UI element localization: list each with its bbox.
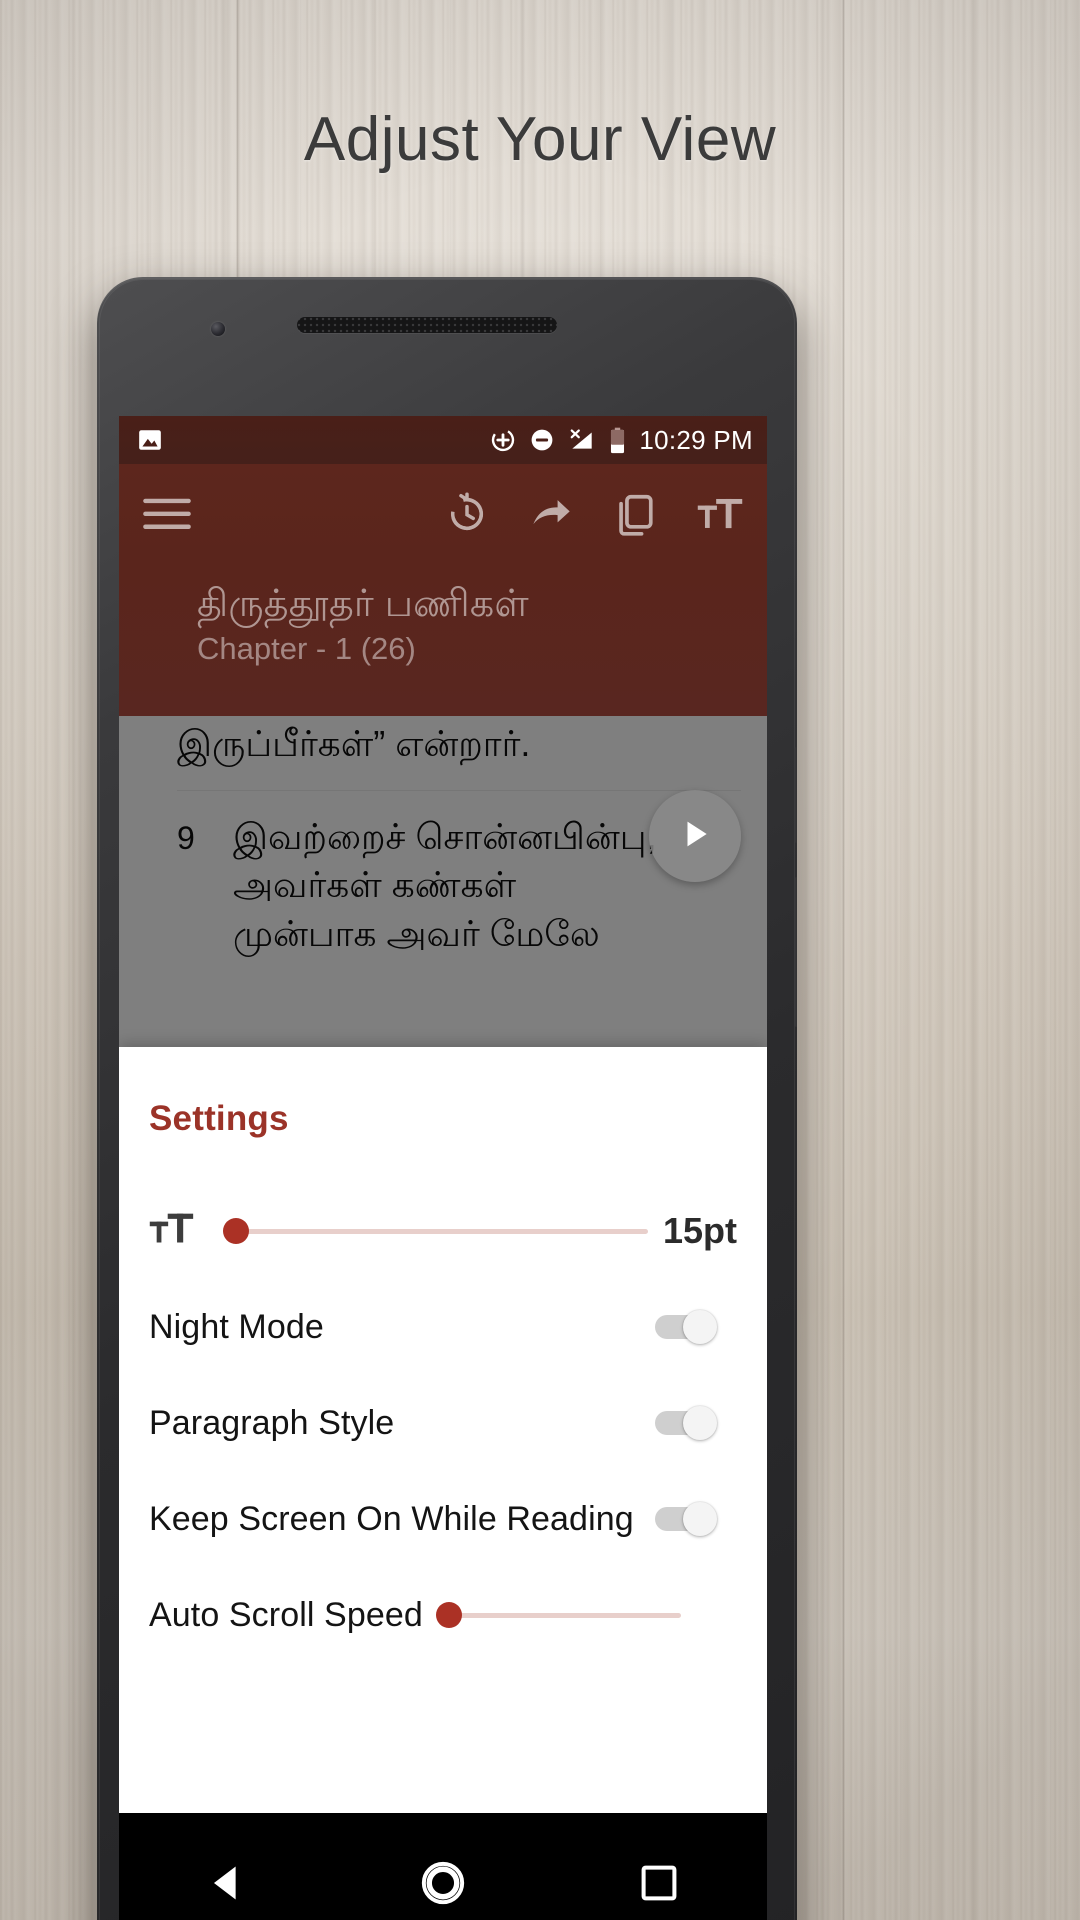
image-notification-icon	[137, 427, 163, 453]
keep-screen-on-row[interactable]: Keep Screen On While Reading	[149, 1471, 737, 1567]
night-mode-toggle[interactable]	[651, 1310, 717, 1344]
recents-square-icon	[638, 1862, 680, 1909]
text-size-icon[interactable]	[697, 494, 743, 534]
no-sim-signal-icon	[568, 427, 596, 453]
paragraph-style-row[interactable]: Paragraph Style	[149, 1375, 737, 1471]
toggle-knob	[683, 1502, 717, 1536]
sync-icon	[490, 427, 516, 453]
night-mode-row[interactable]: Night Mode	[149, 1279, 737, 1375]
status-bar-time: 10:29 PM	[639, 424, 753, 455]
verse-partial-line: இருப்பீர்கள்” என்றார்.	[177, 723, 531, 764]
front-camera	[211, 322, 225, 336]
paragraph-style-toggle[interactable]	[651, 1406, 717, 1440]
night-mode-label: Night Mode	[149, 1307, 324, 1346]
home-circle-icon	[418, 1858, 468, 1913]
wood-plank-seam	[842, 0, 845, 1920]
nav-back-button[interactable]	[167, 1813, 287, 1920]
settings-title: Settings	[149, 1099, 289, 1138]
auto-scroll-speed-label: Auto Scroll Speed	[149, 1595, 423, 1634]
page-title: Adjust Your View	[303, 105, 777, 174]
verse-number: 9	[177, 820, 195, 857]
phone-device-frame: 10:29 PM திருத்தூதர் பணிகள் Chapter - 1 …	[97, 277, 797, 1920]
chapter-header: திருத்தூதர் பணிகள் Chapter - 1 (26)	[119, 564, 767, 716]
app-toolbar	[119, 464, 767, 564]
slider-track	[223, 1228, 648, 1234]
do-not-disturb-icon	[529, 427, 555, 453]
toggle-knob	[683, 1310, 717, 1344]
power-button[interactable]	[794, 747, 797, 843]
back-triangle-icon	[204, 1860, 250, 1911]
phone-screen: 10:29 PM திருத்தூதர் பணிகள் Chapter - 1 …	[119, 416, 767, 1920]
paragraph-style-label: Paragraph Style	[149, 1403, 395, 1442]
hamburger-menu-icon[interactable]	[143, 497, 191, 531]
keep-screen-on-toggle[interactable]	[651, 1502, 717, 1536]
keep-screen-on-label: Keep Screen On While Reading	[149, 1499, 634, 1538]
slider-thumb[interactable]	[223, 1218, 249, 1244]
earpiece-speaker	[297, 317, 557, 333]
volume-button[interactable]	[794, 877, 797, 1027]
settings-bottom-sheet: Settings 15pt Night Mode Paragraph Style…	[119, 1047, 767, 1813]
slider-thumb[interactable]	[436, 1602, 462, 1628]
auto-scroll-speed-row[interactable]: Auto Scroll Speed	[149, 1567, 737, 1663]
nav-home-button[interactable]	[383, 1813, 503, 1920]
font-size-row: 15pt	[149, 1183, 737, 1279]
play-icon	[675, 814, 715, 859]
battery-icon	[609, 427, 626, 454]
font-size-value: 15pt	[662, 1210, 737, 1251]
page-root: Adjust Your View 10:29 PM திருத்தூதர் பண…	[0, 0, 1080, 1920]
android-navigation-bar	[119, 1813, 767, 1920]
toggle-knob	[683, 1406, 717, 1440]
verse-line: முன்பாக அவர் மேலே	[233, 912, 600, 954]
copy-icon[interactable]	[613, 492, 657, 536]
play-audio-button[interactable]	[649, 790, 741, 882]
font-size-slider[interactable]	[223, 1217, 648, 1245]
text-size-icon	[149, 1210, 195, 1253]
share-icon[interactable]	[529, 492, 573, 536]
nav-recents-button[interactable]	[599, 1813, 719, 1920]
status-bar: 10:29 PM	[119, 416, 767, 464]
book-title: திருத்தூதர் பணிகள்	[197, 583, 529, 625]
auto-scroll-speed-slider[interactable]	[436, 1601, 681, 1629]
history-icon[interactable]	[445, 492, 489, 536]
chapter-label: Chapter - 1 (26)	[197, 630, 416, 666]
verse-divider	[177, 790, 741, 792]
slider-track	[436, 1612, 681, 1618]
